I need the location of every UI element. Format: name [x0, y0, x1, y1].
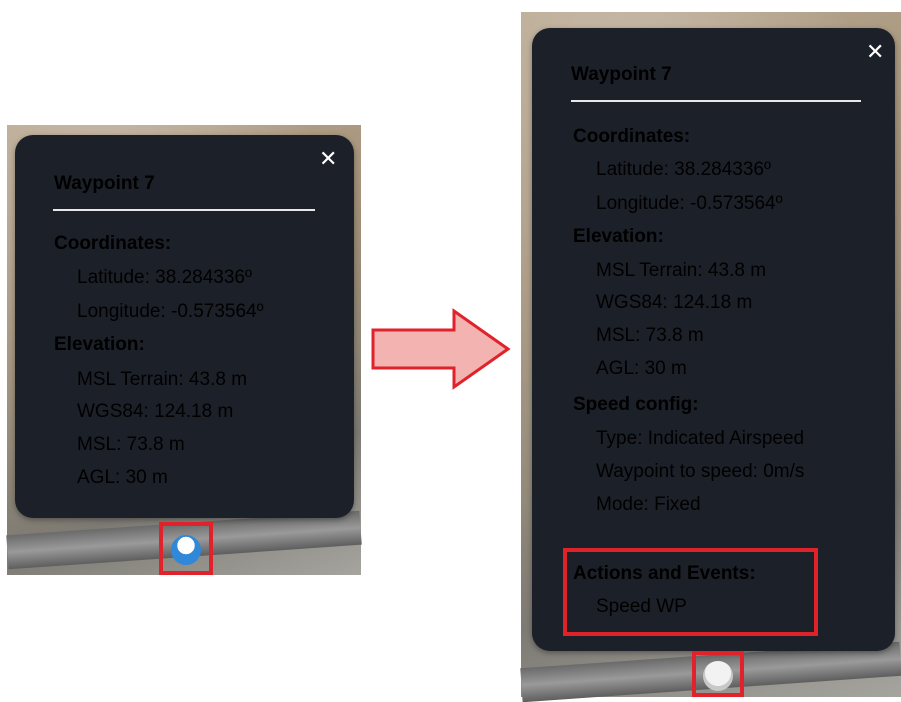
msl-value: MSL: 73.8 m: [596, 325, 704, 346]
close-icon[interactable]: ✕: [866, 41, 884, 63]
wgs84-value: WGS84: 124.18 m: [596, 292, 753, 313]
actions-highlight-box: [563, 548, 818, 636]
close-icon[interactable]: ✕: [319, 148, 337, 170]
elevation-label: Elevation:: [54, 334, 145, 355]
coordinates-label: Coordinates:: [54, 233, 172, 254]
msl-value: MSL: 73.8 m: [77, 434, 185, 455]
msl-terrain-value: MSL Terrain: 43.8 m: [596, 260, 767, 281]
wgs84-value: WGS84: 124.18 m: [77, 401, 234, 422]
agl-value: AGL: 30 m: [596, 358, 687, 379]
popup-title: Waypoint 7: [54, 173, 155, 194]
title-divider: [53, 209, 315, 211]
popup-title: Waypoint 7: [571, 64, 672, 85]
coordinates-label: Coordinates:: [573, 126, 691, 147]
msl-terrain-value: MSL Terrain: 43.8 m: [77, 369, 248, 390]
title-divider: [571, 100, 861, 102]
latitude-value: Latitude: 38.284336º: [77, 267, 252, 288]
longitude-value: Longitude: -0.573564º: [77, 301, 264, 322]
mode-value: Mode: Fixed: [596, 494, 701, 515]
right-arrow-icon: [371, 308, 511, 390]
marker-highlight-box: [692, 651, 744, 697]
latitude-value: Latitude: 38.284336º: [596, 159, 771, 180]
speed-config-label: Speed config:: [573, 394, 699, 415]
agl-value: AGL: 30 m: [77, 467, 168, 488]
waypoint-to-speed-value: Waypoint to speed: 0m/s: [596, 461, 805, 482]
longitude-value: Longitude: -0.573564º: [596, 193, 783, 214]
elevation-label: Elevation:: [573, 226, 664, 247]
speed-type-value: Type: Indicated Airspeed: [596, 428, 805, 449]
marker-highlight-box: [159, 522, 213, 575]
